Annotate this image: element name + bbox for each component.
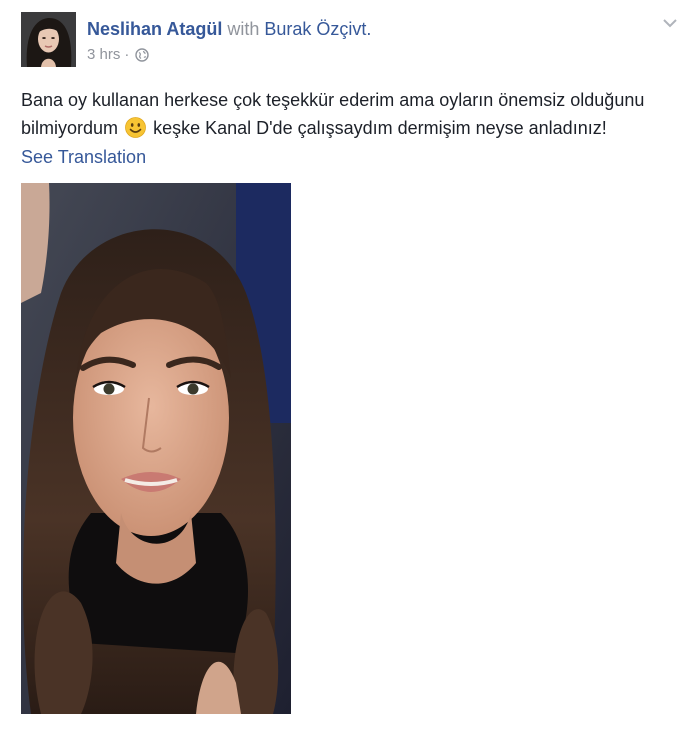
selfie-photo-image bbox=[21, 183, 291, 714]
avatar[interactable] bbox=[21, 12, 76, 67]
with-label: with bbox=[227, 19, 260, 39]
timestamp-link[interactable]: 3 hrs bbox=[87, 46, 120, 64]
facebook-post: Neslihan Atagül with Burak Özçivt. 3 hrs… bbox=[0, 0, 693, 729]
post-message: Bana oy kullanan herkese çok teşekkür ed… bbox=[21, 86, 681, 142]
chevron-down-icon[interactable] bbox=[661, 14, 679, 32]
globe-icon[interactable] bbox=[135, 48, 150, 62]
post-photo[interactable] bbox=[21, 183, 291, 714]
post-header: Neslihan Atagül with Burak Özçivt. bbox=[87, 18, 371, 40]
post-text-part-2: keşke Kanal D'de çalışsaydım dermişim ne… bbox=[153, 118, 607, 138]
tagged-user-link[interactable]: Burak Özçivt. bbox=[264, 19, 371, 39]
smile-emoji-icon bbox=[125, 117, 146, 138]
author-name-link[interactable]: Neslihan Atagül bbox=[87, 19, 222, 39]
post-meta: 3 hrs · bbox=[87, 46, 150, 64]
see-translation-link[interactable]: See Translation bbox=[21, 145, 146, 169]
meta-separator: · bbox=[124, 46, 130, 63]
avatar-image bbox=[21, 12, 76, 67]
